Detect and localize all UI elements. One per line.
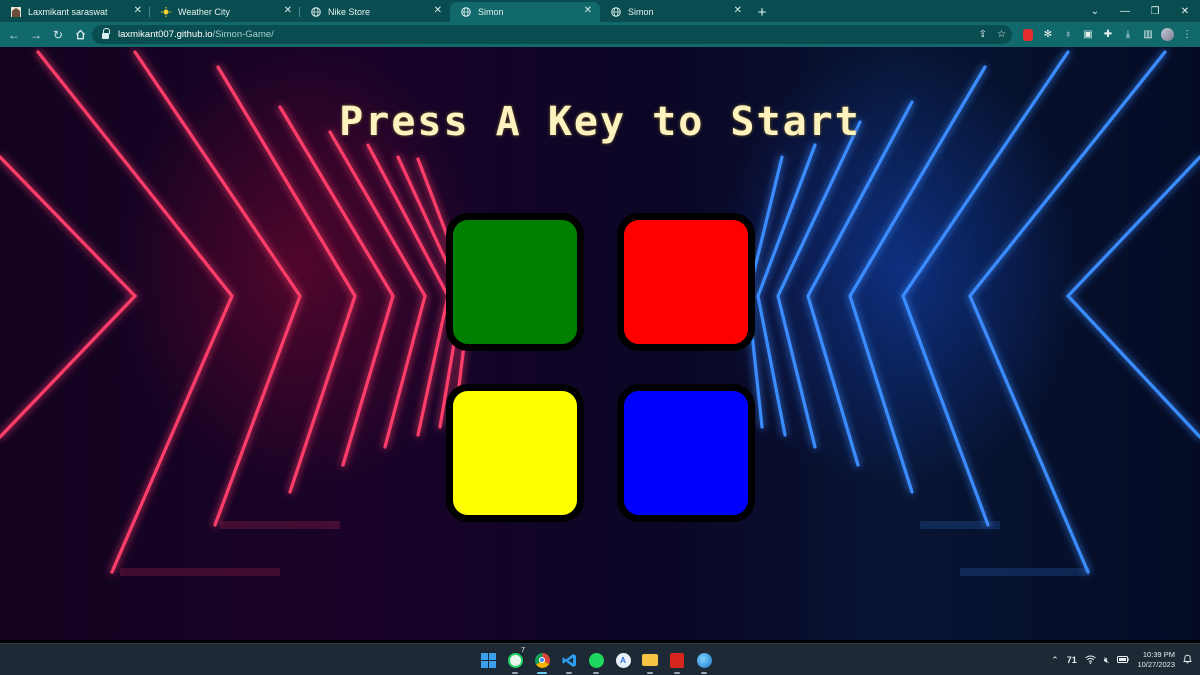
profile-favicon-icon xyxy=(11,7,21,17)
share-icon[interactable]: ⇪ xyxy=(979,29,987,40)
extensions-area: ✻ ♁ ▣ ✚ ⤓ ▥ ⋮ xyxy=(1018,25,1197,44)
clock-date: 10/27/2023 xyxy=(1137,660,1175,669)
globe-favicon-icon xyxy=(461,7,471,17)
file-explorer-icon[interactable] xyxy=(640,649,660,674)
green-pad-button[interactable] xyxy=(446,213,584,351)
tab-nike-store[interactable]: Nike Store ✕ xyxy=(300,2,450,22)
notification-bell-icon[interactable] xyxy=(1183,654,1192,666)
tab-title: Weather City xyxy=(178,7,230,17)
vscode-icon[interactable] xyxy=(559,649,579,674)
battery-icon[interactable] xyxy=(1117,655,1130,665)
puzzle-extension-icon[interactable]: ✚ xyxy=(1098,25,1118,44)
bookmark-star-icon[interactable]: ☆ xyxy=(997,29,1006,40)
browser-toolbar: ← → ↻ laxmikant007.github.io/Simon-Game/… xyxy=(0,22,1200,47)
taskbar-apps: 7 A xyxy=(478,647,714,674)
system-tray: ⌃ 71 🔇︎ 10:39 PM 10/27/2023 xyxy=(1051,644,1192,675)
forward-arrow-icon[interactable]: → xyxy=(25,24,47,46)
url-text: laxmikant007.github.io/Simon-Game/ xyxy=(118,29,274,40)
windows-start-icon[interactable] xyxy=(478,649,498,671)
page-viewport: Press A Key to Start xyxy=(0,47,1200,640)
close-tab-icon[interactable]: ✕ xyxy=(584,5,592,16)
tab-simon[interactable]: Simon ✕ xyxy=(600,2,750,22)
back-arrow-icon[interactable]: ← xyxy=(3,24,25,46)
whatsapp-badge: 7 xyxy=(521,647,525,654)
whatsapp-icon[interactable]: 7 xyxy=(505,647,525,674)
volume-muted-icon[interactable]: 🔇︎ xyxy=(1104,655,1110,666)
lock-icon[interactable] xyxy=(102,27,110,39)
sidepanel-icon[interactable]: ▥ xyxy=(1138,25,1158,44)
tab-title: Laxmikant saraswat xyxy=(28,7,108,17)
restore-button[interactable]: ❐ xyxy=(1140,0,1170,22)
square-extension-icon[interactable]: ▣ xyxy=(1078,25,1098,44)
gear-extension-icon[interactable]: ✻ xyxy=(1038,25,1058,44)
url-domain: laxmikant007.github.io xyxy=(118,29,213,40)
red-extension-icon[interactable] xyxy=(1023,28,1033,41)
bulb-extension-icon[interactable]: ♁ xyxy=(1058,25,1078,44)
clock-time: 10:39 PM xyxy=(1142,650,1175,659)
globe-favicon-icon xyxy=(611,7,621,17)
reload-icon[interactable]: ↻ xyxy=(47,24,69,46)
new-tab-button[interactable]: + xyxy=(750,2,774,22)
profile-avatar[interactable] xyxy=(1161,28,1174,41)
minimize-button[interactable]: — xyxy=(1110,0,1140,22)
sun-favicon-icon xyxy=(161,7,171,17)
tab-laxmikant[interactable]: Laxmikant saraswat ✕ xyxy=(0,2,150,22)
app-store-icon[interactable]: A xyxy=(613,649,633,671)
yellow-pad-button[interactable] xyxy=(446,384,584,522)
system-clock[interactable]: 10:39 PM 10/27/2023 xyxy=(1137,650,1175,670)
windows-taskbar: 7 A ⌃ 71 🔇︎ 10:39 PM 10/27/2023 xyxy=(0,643,1200,675)
chrome-icon[interactable] xyxy=(532,649,552,674)
blue-pad-button[interactable] xyxy=(617,384,755,522)
close-tab-icon[interactable]: ✕ xyxy=(434,5,442,16)
tab-search-icon[interactable]: ⌄ xyxy=(1080,0,1110,22)
spotify-icon[interactable] xyxy=(586,649,606,674)
close-window-button[interactable]: ✕ xyxy=(1170,0,1200,22)
tab-strip: Laxmikant saraswat ✕ Weather City ✕ Nike… xyxy=(0,0,1200,22)
close-tab-icon[interactable]: ✕ xyxy=(734,5,742,16)
pdf-reader-icon[interactable] xyxy=(667,649,687,674)
wifi-icon[interactable] xyxy=(1084,655,1096,666)
close-tab-icon[interactable]: ✕ xyxy=(134,5,142,16)
url-path: /Simon-Game/ xyxy=(212,29,274,40)
game-title: Press A Key to Start xyxy=(339,99,861,145)
home-icon[interactable] xyxy=(69,24,91,46)
globe-favicon-icon xyxy=(311,7,321,17)
tab-title: Nike Store xyxy=(328,7,371,17)
tab-simon-active[interactable]: Simon ✕ xyxy=(450,2,600,22)
weather-temperature[interactable]: 71 xyxy=(1067,655,1077,665)
window-controls: ⌄ — ❐ ✕ xyxy=(1080,0,1200,22)
tab-title: Simon xyxy=(478,7,504,17)
close-tab-icon[interactable]: ✕ xyxy=(284,5,292,16)
menu-kebab-icon[interactable]: ⋮ xyxy=(1177,25,1197,44)
tab-weather-city[interactable]: Weather City ✕ xyxy=(150,2,300,22)
show-hidden-icons-chevron-icon[interactable]: ⌃ xyxy=(1051,655,1059,666)
download-icon[interactable]: ⤓ xyxy=(1118,25,1138,44)
red-pad-button[interactable] xyxy=(617,213,755,351)
browser-globe-icon[interactable] xyxy=(694,649,714,674)
tab-title: Simon xyxy=(628,7,654,17)
address-bar[interactable]: laxmikant007.github.io/Simon-Game/ ⇪ ☆ xyxy=(92,25,1012,44)
